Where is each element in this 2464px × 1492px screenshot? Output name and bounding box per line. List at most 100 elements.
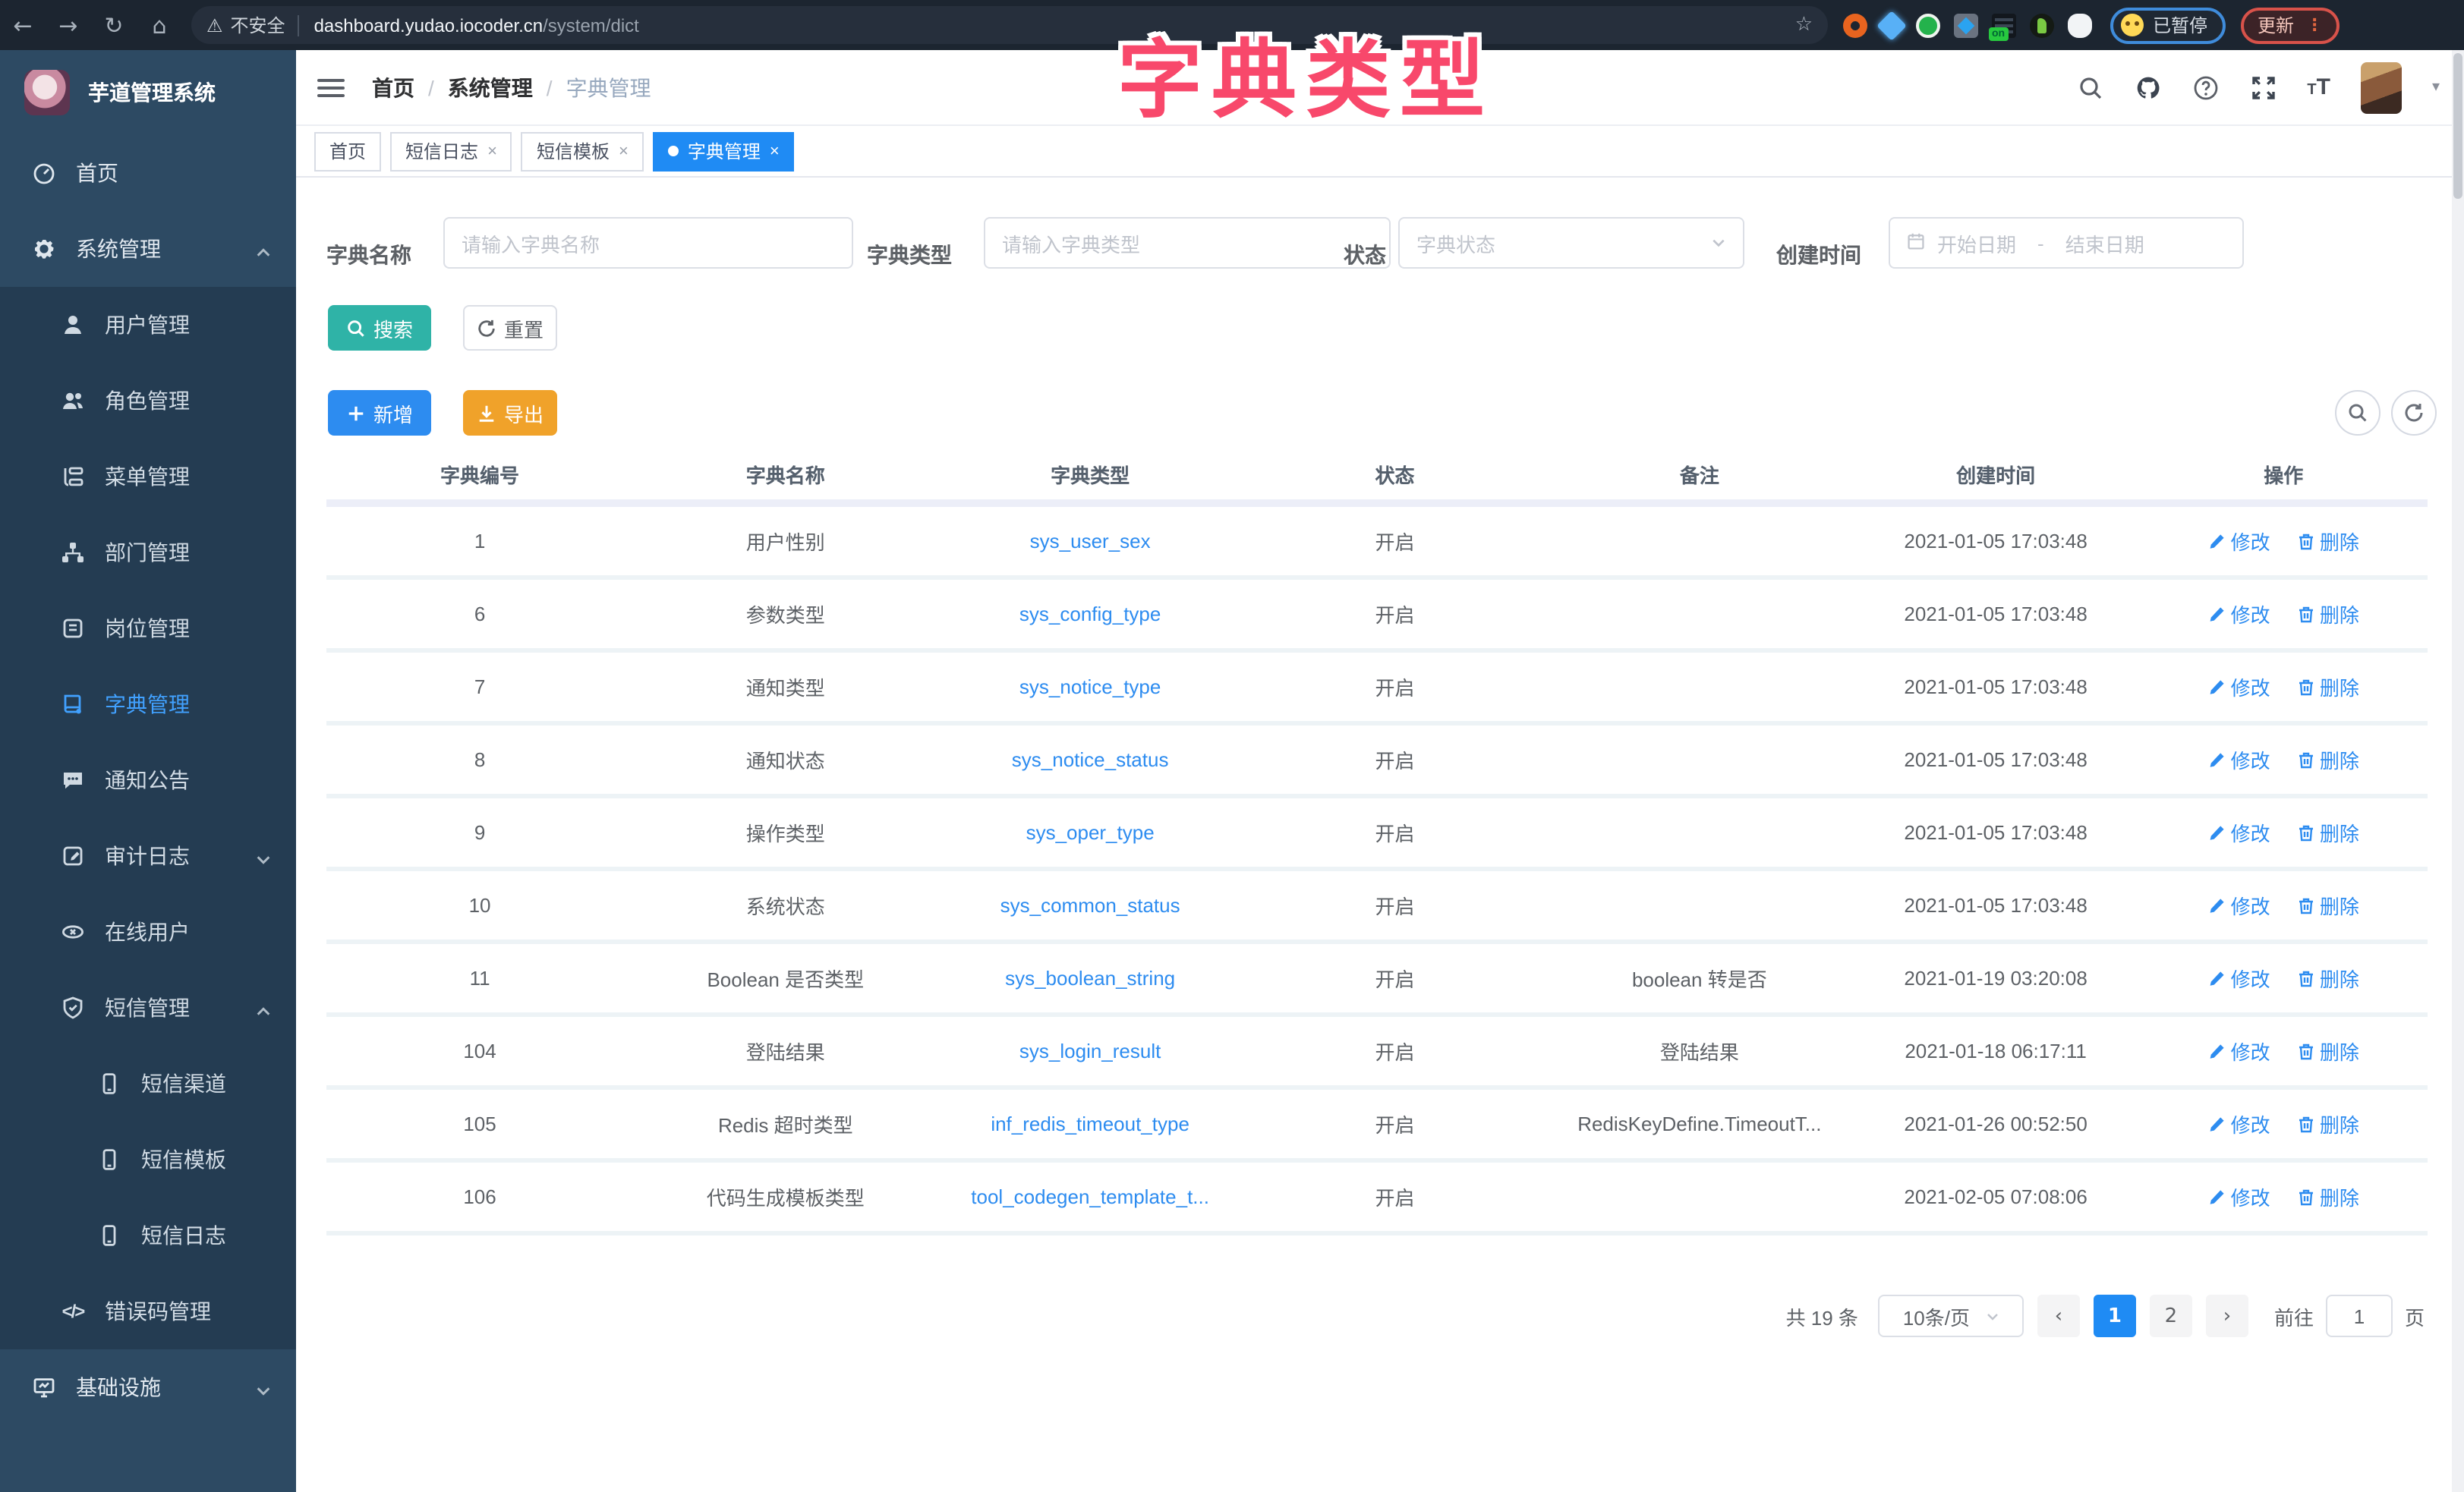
profile-paused-pill[interactable]: 已暂停 — [2110, 7, 2226, 43]
search-button[interactable]: 搜索 — [328, 305, 431, 351]
edit-link[interactable]: 修改 — [2208, 672, 2270, 701]
page-2-button[interactable]: 2 — [2150, 1295, 2192, 1337]
delete-link[interactable]: 删除 — [2297, 1182, 2359, 1211]
edit-link[interactable]: 修改 — [2208, 600, 2270, 628]
sidebar-item-users[interactable]: 用户管理 — [0, 287, 296, 363]
extension-stack-icon[interactable]: on — [1992, 13, 2016, 37]
address-bar[interactable]: ⚠ 不安全 dashboard.yudao.iocoder.cn /system… — [191, 6, 1828, 44]
sidebar-item-posts[interactable]: 岗位管理 — [0, 590, 296, 666]
sidebar-item-home[interactable]: 首页 — [0, 135, 296, 211]
delete-link[interactable]: 删除 — [2297, 600, 2359, 628]
close-icon[interactable]: × — [619, 142, 629, 160]
dict-type-link[interactable]: inf_redis_timeout_type — [991, 1113, 1189, 1135]
reload-icon[interactable]: ↻ — [91, 11, 137, 39]
sidebar-item-departments[interactable]: 部门管理 — [0, 515, 296, 590]
edit-link[interactable]: 修改 — [2208, 891, 2270, 920]
dict-type-link[interactable]: sys_boolean_string — [1005, 967, 1175, 990]
forward-icon[interactable]: → — [46, 11, 91, 39]
search-icon[interactable] — [2076, 74, 2103, 101]
dict-type-link[interactable]: sys_notice_type — [1019, 675, 1161, 698]
tab-sms-template[interactable]: 短信模板 × — [521, 131, 644, 171]
back-icon[interactable]: ← — [0, 11, 46, 39]
extension-sprout-icon[interactable] — [2030, 13, 2054, 37]
status-select[interactable]: 字典状态 — [1398, 217, 1744, 269]
sidebar-item-online-users[interactable]: 在线用户 — [0, 894, 296, 970]
close-icon[interactable]: × — [487, 142, 497, 160]
dict-type-link[interactable]: sys_login_result — [1019, 1040, 1161, 1062]
user-avatar[interactable] — [2361, 61, 2402, 113]
tab-home[interactable]: 首页 — [314, 131, 381, 171]
dict-type-link[interactable]: sys_common_status — [1000, 894, 1180, 917]
close-icon[interactable]: × — [770, 142, 780, 160]
sidebar-item-notice[interactable]: 通知公告 — [0, 742, 296, 818]
dict-type-link[interactable]: sys_oper_type — [1026, 821, 1155, 844]
edit-link[interactable]: 修改 — [2208, 1037, 2270, 1065]
scrollbar-thumb[interactable] — [2453, 53, 2462, 199]
extension-puzzle-icon[interactable] — [1954, 13, 1978, 37]
bookmark-star-icon[interactable]: ☆ — [1795, 14, 1813, 36]
edit-link[interactable]: 修改 — [2208, 818, 2270, 847]
url-path[interactable]: /system/dict — [543, 14, 639, 36]
sidebar-item-infrastructure[interactable]: 基础设施 — [0, 1349, 296, 1425]
home-icon[interactable]: ⌂ — [137, 11, 182, 39]
edit-link[interactable]: 修改 — [2208, 1182, 2270, 1211]
dict-name-input[interactable]: 请输入字典名称 — [443, 217, 853, 269]
delete-link[interactable]: 删除 — [2297, 1110, 2359, 1138]
edit-link[interactable]: 修改 — [2208, 527, 2270, 556]
goto-page-input[interactable]: 1 — [2326, 1295, 2393, 1337]
sidebar-item-dict[interactable]: 字典管理 — [0, 666, 296, 742]
delete-link[interactable]: 删除 — [2297, 964, 2359, 993]
url-domain[interactable]: dashboard.yudao.iocoder.cn — [314, 14, 544, 36]
dict-type-link[interactable]: sys_notice_status — [1012, 748, 1169, 771]
dict-type-input[interactable]: 请输入字典类型 — [984, 217, 1391, 269]
edit-link[interactable]: 修改 — [2208, 1110, 2270, 1138]
delete-link[interactable]: 删除 — [2297, 527, 2359, 556]
fullscreen-icon[interactable] — [2249, 74, 2277, 101]
sidebar-item-system[interactable]: 系统管理 — [0, 211, 296, 287]
edit-link[interactable]: 修改 — [2208, 964, 2270, 993]
sidebar-item-sms-template[interactable]: 短信模板 — [0, 1122, 296, 1198]
extension-green-icon[interactable] — [1916, 13, 1940, 37]
help-icon[interactable] — [2191, 74, 2219, 101]
reset-button[interactable]: 重置 — [463, 305, 557, 351]
sidebar-item-errorcode[interactable]: </> 错误码管理 — [0, 1273, 296, 1349]
tab-dict-active[interactable]: 字典管理 × — [653, 131, 795, 171]
breadcrumb-home[interactable]: 首页 — [372, 72, 414, 102]
extension-orange-icon[interactable] — [1843, 13, 1867, 37]
avatar-caret-icon[interactable]: ▾ — [2432, 79, 2440, 96]
delete-link[interactable]: 删除 — [2297, 745, 2359, 774]
toggle-search-button[interactable] — [2335, 390, 2381, 436]
date-range-picker[interactable]: 开始日期 - 结束日期 — [1889, 217, 2244, 269]
add-button[interactable]: 新增 — [328, 390, 431, 436]
sidebar-collapse-icon[interactable] — [317, 78, 345, 96]
sidebar-item-roles[interactable]: 角色管理 — [0, 363, 296, 439]
dict-type-link[interactable]: sys_config_type — [1019, 603, 1161, 625]
scrollbar-track[interactable] — [2452, 50, 2464, 1492]
sidebar-item-sms[interactable]: 短信管理 — [0, 970, 296, 1046]
dict-type-link[interactable]: sys_user_sex — [1030, 530, 1151, 552]
sidebar-item-sms-channel[interactable]: 短信渠道 — [0, 1046, 296, 1122]
update-button[interactable]: 更新 ⋮ — [2241, 7, 2340, 43]
github-icon[interactable] — [2134, 74, 2161, 101]
security-label[interactable]: 不安全 — [231, 12, 285, 38]
tab-sms-log[interactable]: 短信日志 × — [390, 131, 512, 171]
refresh-button[interactable] — [2391, 390, 2437, 436]
font-size-icon[interactable]: TT — [2307, 74, 2330, 100]
delete-link[interactable]: 删除 — [2297, 818, 2359, 847]
app-logo-row[interactable]: 芋道管理系统 — [0, 50, 296, 135]
page-size-select[interactable]: 10条/页 — [1878, 1295, 2024, 1337]
sidebar-item-menus[interactable]: 菜单管理 — [0, 439, 296, 515]
sidebar-item-sms-log[interactable]: 短信日志 — [0, 1198, 296, 1273]
edit-link[interactable]: 修改 — [2208, 745, 2270, 774]
page-1-button[interactable]: 1 — [2094, 1295, 2136, 1337]
prev-page-button[interactable]: ‹ — [2037, 1295, 2080, 1337]
sidebar-item-audit-log[interactable]: 审计日志 — [0, 818, 296, 894]
extension-gem-icon[interactable] — [1876, 10, 1907, 40]
next-page-button[interactable]: › — [2206, 1295, 2248, 1337]
extension-person-icon[interactable] — [2068, 13, 2092, 37]
delete-link[interactable]: 删除 — [2297, 891, 2359, 920]
delete-link[interactable]: 删除 — [2297, 1037, 2359, 1065]
dict-type-link[interactable]: tool_codegen_template_t... — [971, 1185, 1209, 1208]
delete-link[interactable]: 删除 — [2297, 672, 2359, 701]
menu-kebab-icon[interactable]: ⋮ — [2306, 22, 2323, 28]
